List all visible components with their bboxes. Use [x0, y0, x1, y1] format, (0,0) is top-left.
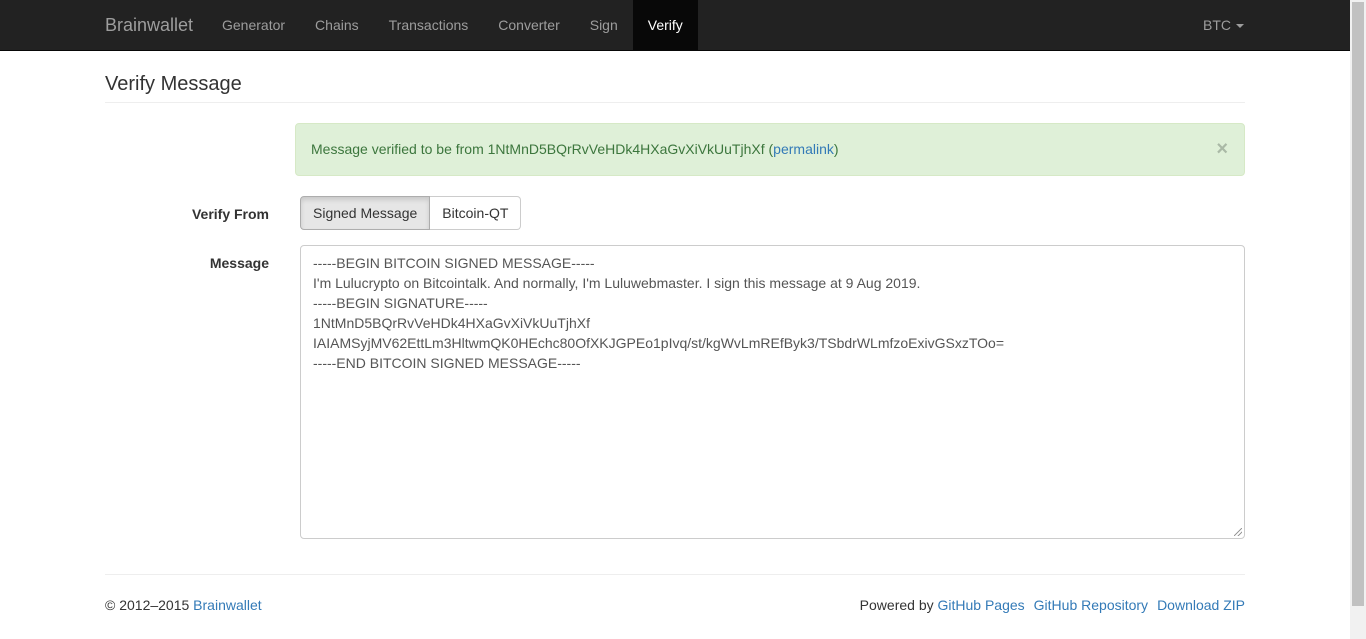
message-line: I'm Lulucrypto on Bitcointalk. And norma…: [313, 275, 921, 291]
nav-item-sign[interactable]: Sign: [575, 0, 633, 50]
success-alert: Message verified to be from 1NtMnD5BQrRv…: [295, 123, 1245, 176]
coin-label: BTC: [1203, 17, 1231, 33]
message-line: 1NtMnD5BQrRvVeHDk4HXaGvXiVkUuTjhXf: [313, 315, 590, 331]
message-line: -----END BITCOIN SIGNED MESSAGE-----: [313, 355, 581, 371]
navbar: Brainwallet Generator Chains Transaction…: [0, 0, 1350, 51]
github-repository-link[interactable]: GitHub Repository: [1034, 597, 1148, 613]
nav-item-converter[interactable]: Converter: [483, 0, 574, 50]
verify-from-label: Verify From: [191, 206, 269, 222]
footer-links: Powered by GitHub Pages GitHub Repository…: [860, 597, 1245, 613]
message-line: IAIAMSyjMV62EttLm3HltwmQK0HEchc80OfXKJGP…: [313, 335, 1005, 351]
powered-by-text: Powered by: [859, 597, 938, 613]
close-icon[interactable]: ×: [1216, 124, 1228, 175]
message-textarea[interactable]: -----BEGIN BITCOIN SIGNED MESSAGE----- I…: [300, 245, 1245, 539]
brand-link[interactable]: Brainwallet: [105, 0, 193, 50]
footer-divider: [105, 574, 1245, 575]
alert-text: Message verified to be from 1NtMnD5BQrRv…: [311, 141, 774, 157]
nav-item-generator[interactable]: Generator: [207, 0, 300, 50]
page-title: Verify Message: [105, 73, 242, 95]
verify-from-toggle: Signed Message Bitcoin-QT: [300, 196, 522, 230]
nav-item-transactions[interactable]: Transactions: [374, 0, 484, 50]
message-label: Message: [209, 255, 269, 271]
message-line: -----BEGIN BITCOIN SIGNED MESSAGE-----: [313, 255, 595, 271]
footer-copyright: © 2012–2015 Brainwallet: [105, 597, 262, 613]
github-pages-link[interactable]: GitHub Pages: [938, 597, 1025, 613]
nav-item-chains[interactable]: Chains: [300, 0, 374, 50]
nav-menu: Generator Chains Transactions Converter …: [207, 0, 698, 50]
download-zip-link[interactable]: Download ZIP: [1157, 597, 1245, 613]
bitcoin-qt-button[interactable]: Bitcoin-QT: [430, 196, 522, 230]
footer-brand-link[interactable]: Brainwallet: [193, 597, 261, 613]
caret-down-icon: [1236, 24, 1244, 29]
copyright-text: © 2012–2015: [105, 597, 194, 613]
coin-dropdown[interactable]: BTC: [1188, 0, 1259, 50]
scrollbar-thumb[interactable]: [1352, 2, 1364, 606]
message-line: -----BEGIN SIGNATURE-----: [313, 295, 488, 311]
permalink-link[interactable]: permalink: [773, 141, 834, 157]
title-divider: [105, 102, 1245, 103]
signed-message-button[interactable]: Signed Message: [300, 196, 431, 230]
nav-item-verify[interactable]: Verify: [632, 0, 698, 50]
resize-grip-icon[interactable]: [1234, 528, 1242, 536]
alert-suffix: ): [833, 141, 839, 157]
page-scrollbar[interactable]: [1350, 0, 1366, 639]
